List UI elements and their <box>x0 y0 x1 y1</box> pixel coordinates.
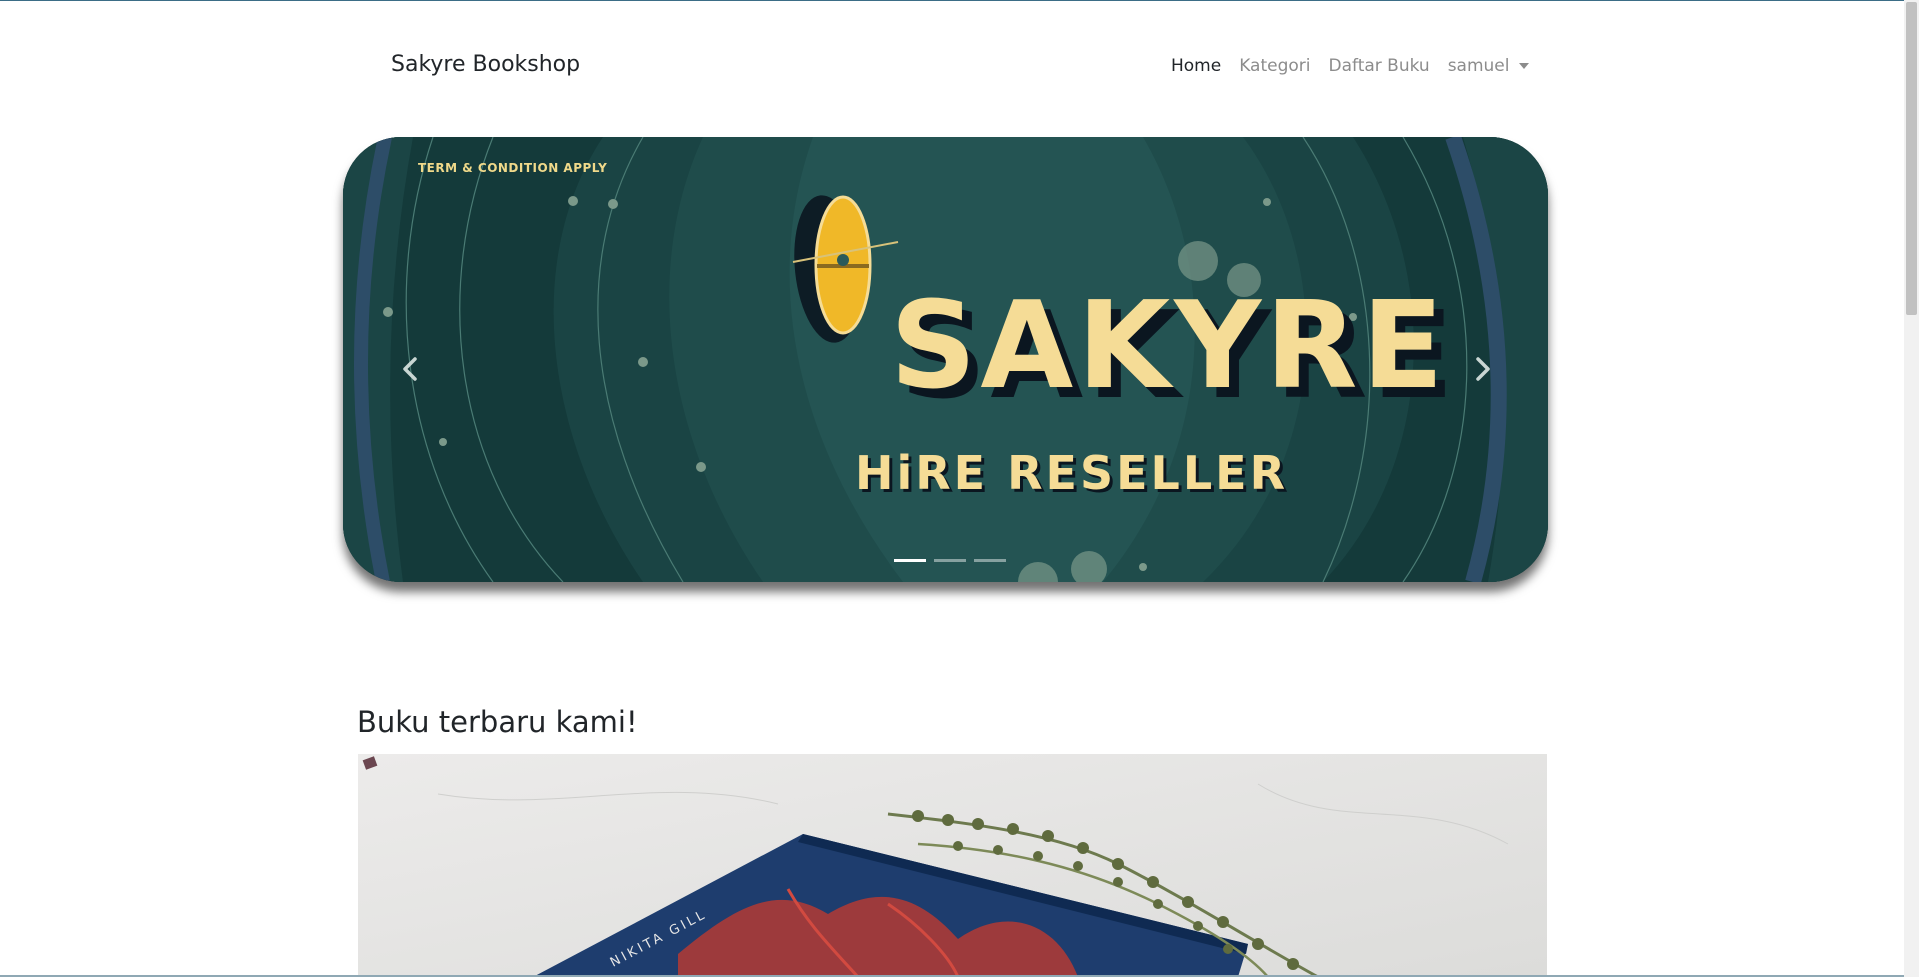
section-title-new-books: Buku terbaru kami! <box>357 705 638 739</box>
carousel-prev-button[interactable] <box>389 347 433 391</box>
navbar-links: Home Kategori Daftar Buku samuel <box>1171 56 1529 76</box>
carousel-indicator-2[interactable] <box>934 559 966 562</box>
book-photo-image: NIKITA GILL <box>358 754 1547 977</box>
caret-down-icon <box>1518 63 1529 69</box>
user-dropdown-label: samuel <box>1447 56 1510 76</box>
nav-link-kategori[interactable]: Kategori <box>1239 56 1310 76</box>
nav-link-home[interactable]: Home <box>1171 56 1221 76</box>
svg-text:SAKYRE: SAKYRE <box>890 277 1448 416</box>
nav-link-daftar-buku[interactable]: Daftar Buku <box>1329 56 1430 76</box>
carousel-indicator-1[interactable] <box>894 559 926 562</box>
chevron-right-icon <box>1476 357 1490 381</box>
carousel-indicator-3[interactable] <box>974 559 1006 562</box>
carousel-next-button[interactable] <box>1460 347 1504 391</box>
navbar-brand[interactable]: Sakyre Bookshop <box>391 52 580 77</box>
window-top-border <box>0 0 1919 1</box>
carousel-indicators <box>894 559 1014 562</box>
chevron-left-icon <box>403 357 417 381</box>
banner-caption-small: TERM & CONDITION APPLY <box>418 161 608 175</box>
svg-text:HiRE RESELLER: HiRE RESELLER <box>855 446 1288 500</box>
page-scrollbar-thumb[interactable] <box>1906 2 1917 315</box>
hero-banner-image: SAKYRE SAKYRE HiRE RESELLER HiRE RESELLE… <box>343 137 1548 582</box>
user-dropdown[interactable]: samuel <box>1448 56 1529 76</box>
hero-carousel: SAKYRE SAKYRE HiRE RESELLER HiRE RESELLE… <box>343 137 1548 582</box>
latest-book-photo[interactable]: NIKITA GILL <box>358 754 1547 977</box>
